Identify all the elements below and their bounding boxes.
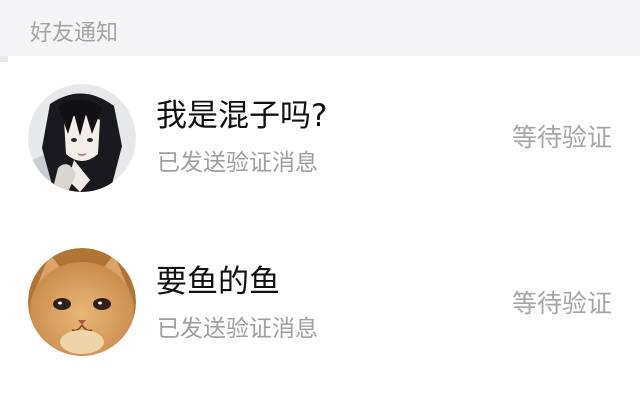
anime-boy-avatar <box>28 84 136 192</box>
friend-notifications-header: 好友通知 <box>0 0 640 56</box>
status-label: 等待验证 <box>511 289 612 318</box>
avatar[interactable] <box>28 248 136 356</box>
section-title: 好友通知 <box>30 21 119 46</box>
request-message: 已发送验证消息 <box>157 316 318 342</box>
friend-request-item[interactable]: 我是混子吗? 已发送验证消息 等待验证 <box>0 62 640 212</box>
avatar[interactable] <box>28 84 136 192</box>
orange-cat-avatar <box>28 248 136 356</box>
friend-request-item[interactable]: 要鱼的鱼 已发送验证消息 等待验证 <box>0 226 640 376</box>
request-message: 已发送验证消息 <box>157 150 318 176</box>
status-label: 等待验证 <box>511 123 612 152</box>
friend-name: 要鱼的鱼 <box>156 264 280 300</box>
friend-name: 我是混子吗? <box>156 98 328 134</box>
